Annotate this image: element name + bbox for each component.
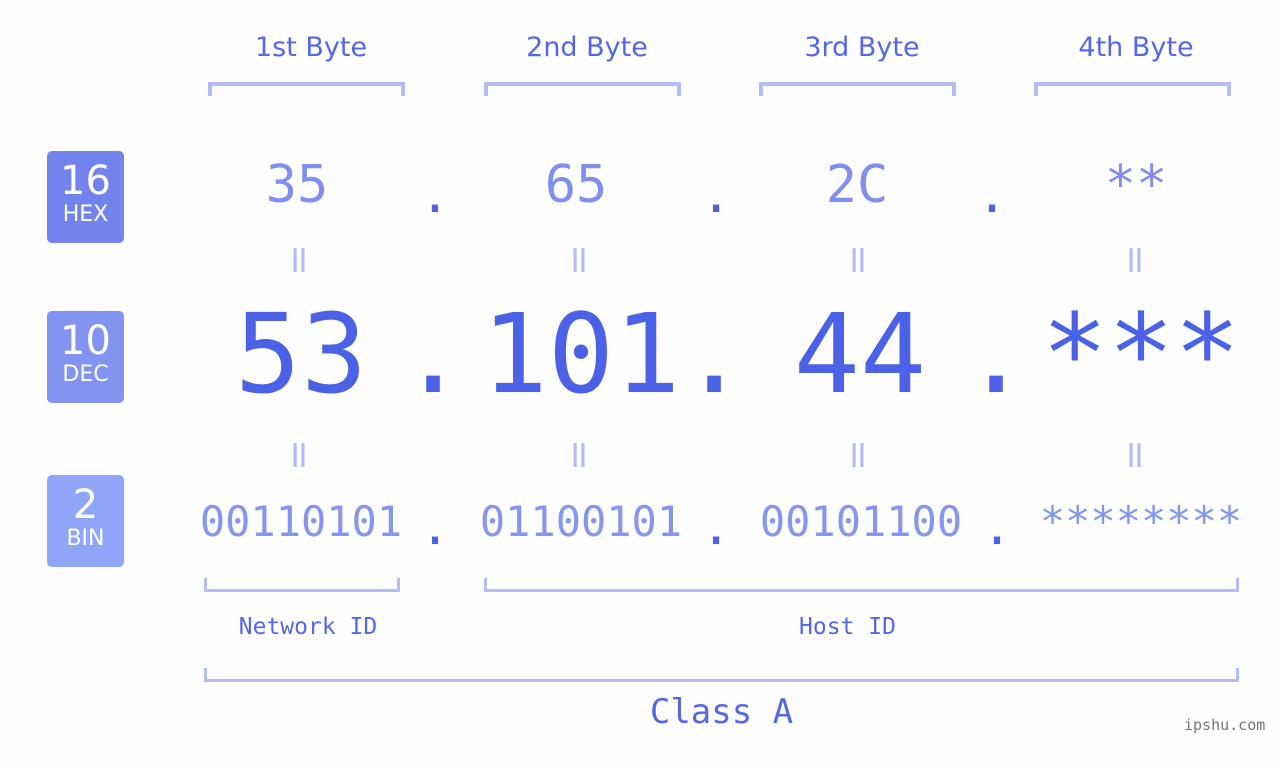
equals-sign: = (558, 238, 602, 282)
equals-sign: = (558, 433, 602, 477)
host-id-label: Host ID (799, 614, 896, 640)
dec-separator-2: . (681, 290, 748, 418)
dec-value-1: 53 (234, 290, 368, 418)
equals-glyph: = (1114, 439, 1158, 471)
byte-bracket-3 (759, 82, 956, 96)
class-label: Class A (649, 692, 794, 732)
hex-badge-base: 16 (60, 158, 111, 204)
bin-separator-1: . (420, 498, 451, 556)
bin-value-2: 01100101 (479, 497, 683, 546)
hex-badge: 16 HEX (47, 151, 124, 243)
bin-badge-base: 2 (72, 482, 99, 528)
bin-separator-2: . (701, 498, 732, 556)
hex-badge-label: HEX (62, 202, 109, 227)
byte-bracket-4 (1034, 82, 1231, 96)
byte-bracket-1 (208, 82, 405, 96)
hex-separator-1: . (420, 166, 451, 224)
network-id-bracket (204, 578, 400, 592)
hex-separator-2: . (701, 166, 732, 224)
equals-glyph: = (278, 439, 322, 471)
bin-badge-label: BIN (66, 526, 105, 551)
equals-sign: = (278, 433, 322, 477)
bin-value-4: ******** (1039, 497, 1243, 546)
equals-sign: = (1114, 433, 1158, 477)
dec-value-4: *** (1041, 290, 1241, 418)
bin-value-1: 00110101 (199, 497, 403, 546)
hex-value-3: 2C (825, 155, 889, 215)
equals-sign: = (837, 433, 881, 477)
equals-sign: = (1114, 238, 1158, 282)
class-bracket (204, 668, 1239, 682)
bin-value-3: 00101100 (759, 497, 963, 546)
bin-badge: 2 BIN (47, 475, 124, 567)
byte-label-2: 2nd Byte (526, 32, 648, 63)
equals-glyph: = (558, 439, 602, 471)
hex-value-2: 65 (544, 155, 608, 215)
dec-badge-label: DEC (62, 362, 109, 387)
dec-badge-base: 10 (60, 318, 111, 364)
equals-sign: = (278, 238, 322, 282)
equals-glyph: = (558, 244, 602, 276)
byte-bracket-2 (484, 82, 681, 96)
byte-label-3: 3rd Byte (804, 32, 920, 63)
host-id-bracket (484, 578, 1239, 592)
equals-glyph: = (278, 244, 322, 276)
equals-glyph: = (837, 439, 881, 471)
hex-value-1: 35 (265, 155, 329, 215)
equals-glyph: = (1114, 244, 1158, 276)
equals-sign: = (837, 238, 881, 282)
dec-value-3: 44 (793, 290, 927, 418)
byte-label-4: 4th Byte (1078, 32, 1194, 63)
equals-glyph: = (837, 244, 881, 276)
bin-separator-3: . (982, 498, 1013, 556)
network-id-label: Network ID (238, 614, 378, 640)
watermark: ipshu.com (1184, 716, 1266, 734)
dec-separator-1: . (400, 290, 467, 418)
hex-value-4: ** (1104, 155, 1168, 215)
dec-badge: 10 DEC (47, 311, 124, 403)
byte-label-1: 1st Byte (254, 32, 368, 63)
dec-value-2: 101 (481, 290, 681, 418)
dec-separator-3: . (963, 290, 1030, 418)
hex-separator-3: . (977, 166, 1008, 224)
